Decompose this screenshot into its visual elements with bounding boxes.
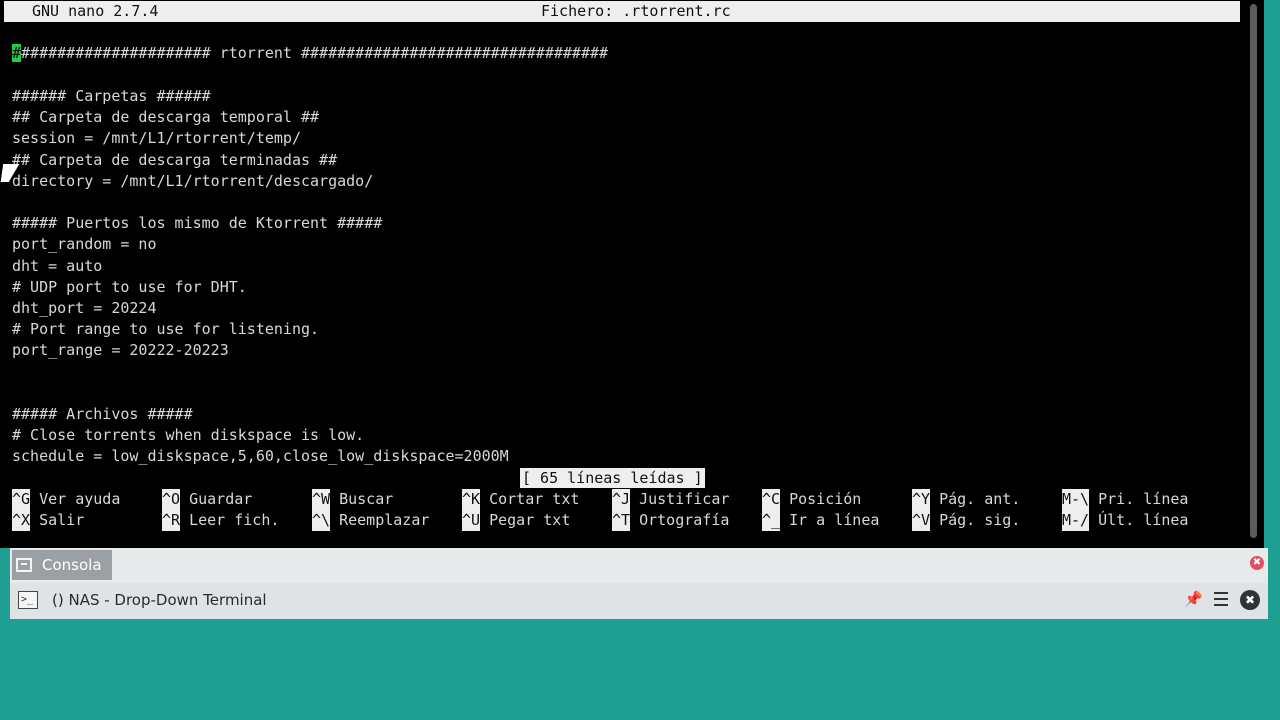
shortcut-item: M-\ Pri. línea xyxy=(1062,489,1188,510)
editor-line[interactable]: ##### Puertos los mismo de Ktorrent ####… xyxy=(12,213,382,234)
shortcut-item: ^K Cortar txt xyxy=(462,489,579,510)
shortcut-label: Reemplazar xyxy=(339,511,430,529)
terminal-scrollbar[interactable] xyxy=(1250,4,1257,538)
nano-filename: Fichero: .rtorrent.rc xyxy=(541,2,731,20)
shortcut-key: ^\ xyxy=(312,510,331,531)
shortcut-key: M-/ xyxy=(1062,510,1090,531)
shortcut-item: ^X Salir xyxy=(12,510,84,531)
shortcut-key: ^V xyxy=(912,510,931,531)
shortcut-item: ^R Leer fich. xyxy=(162,510,279,531)
shortcut-label: Ortografía xyxy=(639,511,730,529)
shortcut-item: ^_ Ir a línea xyxy=(762,510,879,531)
shortcut-key: ^W xyxy=(312,489,331,510)
shortcut-label: Justificar xyxy=(639,490,730,508)
shortcut-label: Buscar xyxy=(339,490,394,508)
editor-line[interactable]: ###### Carpetas ###### xyxy=(12,86,211,107)
shortcut-key: ^_ xyxy=(762,510,781,531)
editor-line[interactable]: directory = /mnt/L1/rtorrent/descargado/ xyxy=(12,171,373,192)
shortcut-label: Guardar xyxy=(189,490,253,508)
shortcut-item: ^V Pág. sig. xyxy=(912,510,1020,531)
terminal-tab-icon xyxy=(16,558,32,572)
shortcut-item: ^Y Pág. ant. xyxy=(912,489,1020,510)
editor-line[interactable]: ##### Archivos ##### xyxy=(12,404,193,425)
nano-status-message: [ 65 líneas leídas ] xyxy=(520,468,705,488)
nano-title-bar: GNU nano 2.7.4 Fichero: .rtorrent.rc xyxy=(4,1,1240,22)
shortcut-label: Pág. sig. xyxy=(939,511,1021,529)
shortcut-label: Leer fich. xyxy=(189,511,280,529)
editor-line[interactable]: port_random = no xyxy=(12,234,157,255)
shortcut-key: ^X xyxy=(12,510,31,531)
editor-line[interactable]: # Port range to use for listening. xyxy=(12,319,319,340)
hamburger-menu-icon[interactable] xyxy=(1214,592,1228,606)
editor-line[interactable]: ## Carpeta de descarga temporal ## xyxy=(12,107,319,128)
close-window-icon[interactable]: ✖ xyxy=(1240,590,1260,610)
shortcut-item: ^T Ortografía xyxy=(612,510,729,531)
shortcut-label: Pág. ant. xyxy=(939,490,1021,508)
terminal-view[interactable]: GNU nano 2.7.4 Fichero: .rtorrent.rc ###… xyxy=(0,0,1264,548)
shortcut-key: ^K xyxy=(462,489,481,510)
shortcut-key: ^T xyxy=(612,510,631,531)
editor-line[interactable]: schedule = low_diskspace,5,60,close_low_… xyxy=(12,446,509,467)
shortcut-item: ^G Ver ayuda xyxy=(12,489,120,510)
shortcut-item: ^\ Reemplazar xyxy=(312,510,429,531)
editor-line[interactable]: ## Carpeta de descarga terminadas ## xyxy=(12,150,337,171)
shortcut-label: Pegar txt xyxy=(489,511,571,529)
shortcut-item: ^U Pegar txt xyxy=(462,510,570,531)
shortcut-label: Salir xyxy=(39,511,85,529)
editor-line[interactable]: # UDP port to use for DHT. xyxy=(12,277,247,298)
shortcut-item: ^W Buscar xyxy=(312,489,393,510)
editor-line[interactable]: session = /mnt/L1/rtorrent/temp/ xyxy=(12,128,301,149)
shortcut-label: Ver ayuda xyxy=(39,490,121,508)
window-title-bar: >_ () NAS - Drop-Down Terminal 📌 ✖ xyxy=(10,583,1268,619)
mouse-pointer-icon xyxy=(0,164,20,182)
window-title: () NAS - Drop-Down Terminal xyxy=(52,591,267,609)
shortcut-key: ^U xyxy=(462,510,481,531)
editor-line[interactable]: dht_port = 20224 xyxy=(12,298,157,319)
shortcut-label: Últ. línea xyxy=(1098,511,1189,529)
nano-version: GNU nano 2.7.4 xyxy=(32,2,159,20)
editor-line[interactable]: ###################### rtorrent ########… xyxy=(12,43,608,64)
tab-label: Consola xyxy=(42,556,102,574)
shortcut-key: ^O xyxy=(162,489,181,510)
shortcut-key: ^C xyxy=(762,489,781,510)
close-tab-icon[interactable]: ✖ xyxy=(1250,556,1264,570)
tab-bar: Consola ✖ xyxy=(10,548,1268,583)
shortcut-item: ^J Justificar xyxy=(612,489,729,510)
editor-line[interactable]: dht = auto xyxy=(12,256,102,277)
editor-line[interactable]: # Close torrents when diskspace is low. xyxy=(12,425,364,446)
text-cursor: # xyxy=(12,44,22,62)
shortcut-item: ^C Posición xyxy=(762,489,861,510)
shortcut-key: ^R xyxy=(162,510,181,531)
shortcut-key: ^G xyxy=(12,489,31,510)
shortcut-label: Posición xyxy=(789,490,862,508)
shortcut-item: ^O Guardar xyxy=(162,489,252,510)
editor-line[interactable]: port_range = 20222-20223 xyxy=(12,340,229,361)
shortcut-label: Ir a línea xyxy=(789,511,880,529)
shortcut-key: ^J xyxy=(612,489,631,510)
tab-consola[interactable]: Consola xyxy=(12,550,112,580)
shortcut-label: Cortar txt xyxy=(489,490,580,508)
shortcut-label: Pri. línea xyxy=(1098,490,1189,508)
shortcut-key: ^Y xyxy=(912,489,931,510)
shortcut-key: M-\ xyxy=(1062,489,1090,510)
pin-icon[interactable]: 📌 xyxy=(1184,591,1203,607)
terminal-app-icon: >_ xyxy=(18,591,38,609)
editor-line-text: ##################### rtorrent #########… xyxy=(21,44,609,62)
shortcut-item: M-/ Últ. línea xyxy=(1062,510,1188,531)
